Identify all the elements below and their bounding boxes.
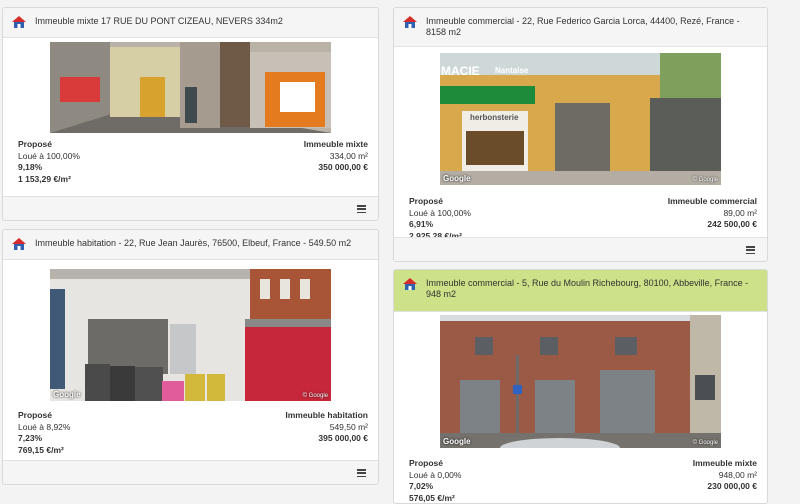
listing-status: Proposé	[409, 458, 461, 470]
listing-card-footer	[3, 196, 378, 220]
listing-price: 242 500,00 €	[668, 219, 757, 231]
copyright-watermark: © Google	[693, 440, 718, 446]
listing-occupancy: Loué à 100,00%	[409, 208, 471, 220]
listing-occupancy: Loué à 100,00%	[18, 151, 80, 163]
listing-status: Proposé	[18, 410, 70, 422]
street-view-photo[interactable]: Google © Google	[50, 269, 331, 401]
listing-card-header[interactable]: Immeuble habitation - 22, Rue Jean Jaurè…	[3, 230, 378, 260]
listing-area: 549,50 m²	[285, 422, 368, 434]
street-view-photo[interactable]	[50, 42, 331, 133]
herbalist-sign: herbonsterie	[470, 113, 518, 122]
listing-type: Immeuble commercial	[668, 196, 757, 208]
listing-yield: 7,23%	[18, 433, 70, 445]
listing-card[interactable]: Immeuble habitation - 22, Rue Jean Jaurè…	[2, 229, 379, 485]
storefront-sign: MACIE	[441, 64, 480, 78]
listing-card-header[interactable]: Immeuble commercial - 22, Rue Federico G…	[394, 8, 767, 47]
listing-title[interactable]: Immeuble habitation - 22, Rue Jean Jaurè…	[35, 238, 351, 249]
listing-price: 395 000,00 €	[285, 433, 368, 445]
listing-title[interactable]: Immeuble mixte 17 RUE DU PONT CIZEAU, NE…	[35, 16, 283, 27]
listing-yield: 9,18%	[18, 162, 80, 174]
listing-title[interactable]: Immeuble commercial - 5, Rue du Moulin R…	[426, 278, 759, 300]
listing-status: Proposé	[18, 139, 80, 151]
hamburger-menu-icon[interactable]	[746, 246, 755, 254]
listing-details: Proposé Loué à 100,00% 9,18% 1 153,29 €/…	[3, 139, 378, 185]
listing-price-per-m2: 1 153,29 €/m²	[18, 174, 80, 186]
listing-card[interactable]: Immeuble commercial - 22, Rue Federico G…	[393, 7, 768, 262]
listing-details: Proposé Loué à 8,92% 7,23% 769,15 €/m² I…	[3, 410, 378, 456]
listing-status: Proposé	[409, 196, 471, 208]
listing-details: Proposé Loué à 100,00% 6,91% 2 925,28 €/…	[394, 196, 767, 242]
google-watermark: Google	[53, 390, 81, 399]
listing-card-selected[interactable]: Immeuble commercial - 5, Rue du Moulin R…	[393, 269, 768, 504]
street-view-photo[interactable]: MACIE Nantaise herbonsterie Google © Goo…	[440, 53, 721, 185]
house-logo-icon	[11, 15, 27, 29]
listing-price: 230 000,00 €	[693, 481, 757, 493]
listing-type: Immeuble mixte	[304, 139, 368, 151]
google-watermark: Google	[443, 437, 471, 446]
listing-yield: 6,91%	[409, 219, 471, 231]
listing-title[interactable]: Immeuble commercial - 22, Rue Federico G…	[426, 16, 759, 38]
hamburger-menu-icon[interactable]	[357, 469, 366, 477]
listing-card[interactable]: Immeuble mixte 17 RUE DU PONT CIZEAU, NE…	[2, 7, 379, 221]
listing-area: 89,00 m²	[668, 208, 757, 220]
listing-card-footer	[394, 237, 767, 261]
house-logo-icon	[402, 15, 418, 29]
listing-area: 334,00 m²	[304, 151, 368, 163]
listing-card-header[interactable]: Immeuble mixte 17 RUE DU PONT CIZEAU, NE…	[3, 8, 378, 38]
listing-occupancy: Loué à 0,00%	[409, 470, 461, 482]
listing-price-per-m2: 769,15 €/m²	[18, 445, 70, 457]
listing-occupancy: Loué à 8,92%	[18, 422, 70, 434]
hamburger-menu-icon[interactable]	[357, 205, 366, 213]
copyright-watermark: © Google	[693, 177, 718, 183]
copyright-watermark: © Google	[303, 393, 328, 399]
listing-price: 350 000,00 €	[304, 162, 368, 174]
listing-details: Proposé Loué à 0,00% 7,02% 576,05 €/m² I…	[394, 458, 767, 504]
listing-yield: 7,02%	[409, 481, 461, 493]
listing-card-footer	[3, 460, 378, 484]
listing-price-per-m2: 576,05 €/m²	[409, 493, 461, 504]
street-view-photo[interactable]: Google © Google	[440, 315, 721, 448]
listing-type: Immeuble mixte	[693, 458, 757, 470]
listing-card-header[interactable]: Immeuble commercial - 5, Rue du Moulin R…	[394, 270, 767, 312]
google-watermark: Google	[443, 174, 471, 183]
listing-type: Immeuble habitation	[285, 410, 368, 422]
storefront-sign-subtitle: Nantaise	[495, 66, 528, 75]
house-logo-icon	[402, 277, 418, 291]
listing-area: 948,00 m²	[693, 470, 757, 482]
house-logo-icon	[11, 237, 27, 251]
